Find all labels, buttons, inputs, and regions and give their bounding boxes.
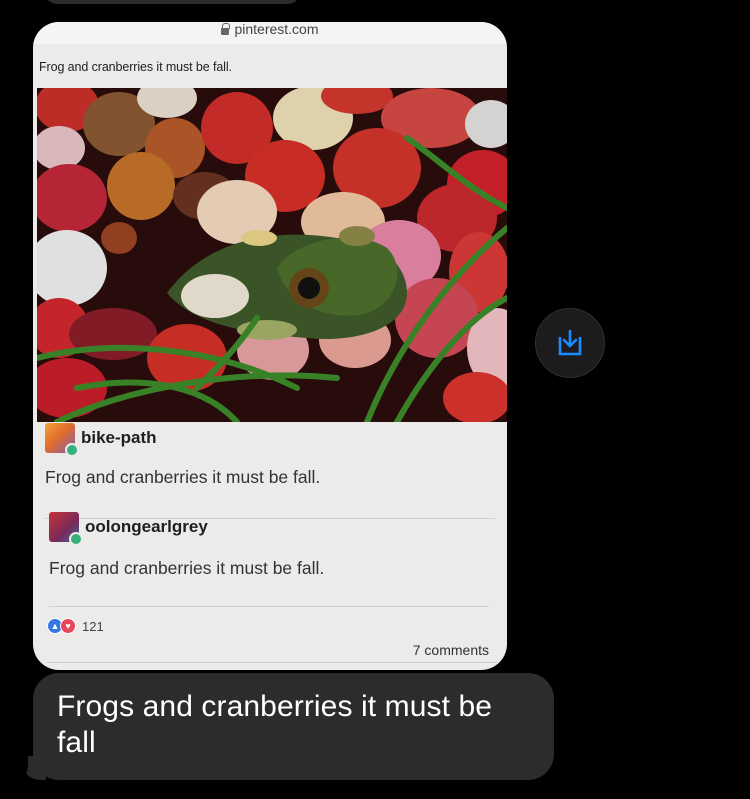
- divider: [47, 662, 497, 663]
- save-to-device-icon: [558, 329, 582, 356]
- post-text: Frog and cranberries it must be fall.: [45, 467, 321, 487]
- frog-cranberries-photo: [37, 88, 507, 422]
- poster-row-1: bike-path: [45, 423, 157, 457]
- poster-row-2: oolongearlgrey: [49, 512, 208, 546]
- post-text: Frog and cranberries it must be fall.: [49, 558, 325, 578]
- message-bubble[interactable]: Frogs and cranberries it must be fall: [33, 673, 554, 780]
- divider: [49, 606, 489, 607]
- post-title: Frog and cranberries it must be fall.: [39, 60, 232, 74]
- previous-message-bubble: [45, 0, 300, 4]
- heart-icon: ♥: [60, 618, 76, 634]
- reblog-badge-icon: [69, 532, 83, 546]
- url-bar: pinterest.com: [33, 22, 507, 44]
- save-button[interactable]: [535, 308, 605, 378]
- comments-count: 7 comments: [412, 642, 489, 658]
- url-text: pinterest.com: [234, 22, 319, 37]
- reactions: ▲ ♥ 121: [47, 618, 104, 634]
- message-text: Frogs and cranberries it must be fall: [57, 690, 493, 759]
- avatar: [49, 512, 83, 546]
- shared-screenshot-bubble[interactable]: pinterest.com Frog and cranberries it mu…: [33, 22, 507, 670]
- avatar: [45, 423, 79, 457]
- poster-name: oolongearlgrey: [85, 517, 208, 536]
- reaction-count: 121: [82, 618, 104, 634]
- poster-name: bike-path: [81, 428, 157, 447]
- lock-icon: [221, 22, 231, 36]
- reblog-badge-icon: [65, 443, 79, 457]
